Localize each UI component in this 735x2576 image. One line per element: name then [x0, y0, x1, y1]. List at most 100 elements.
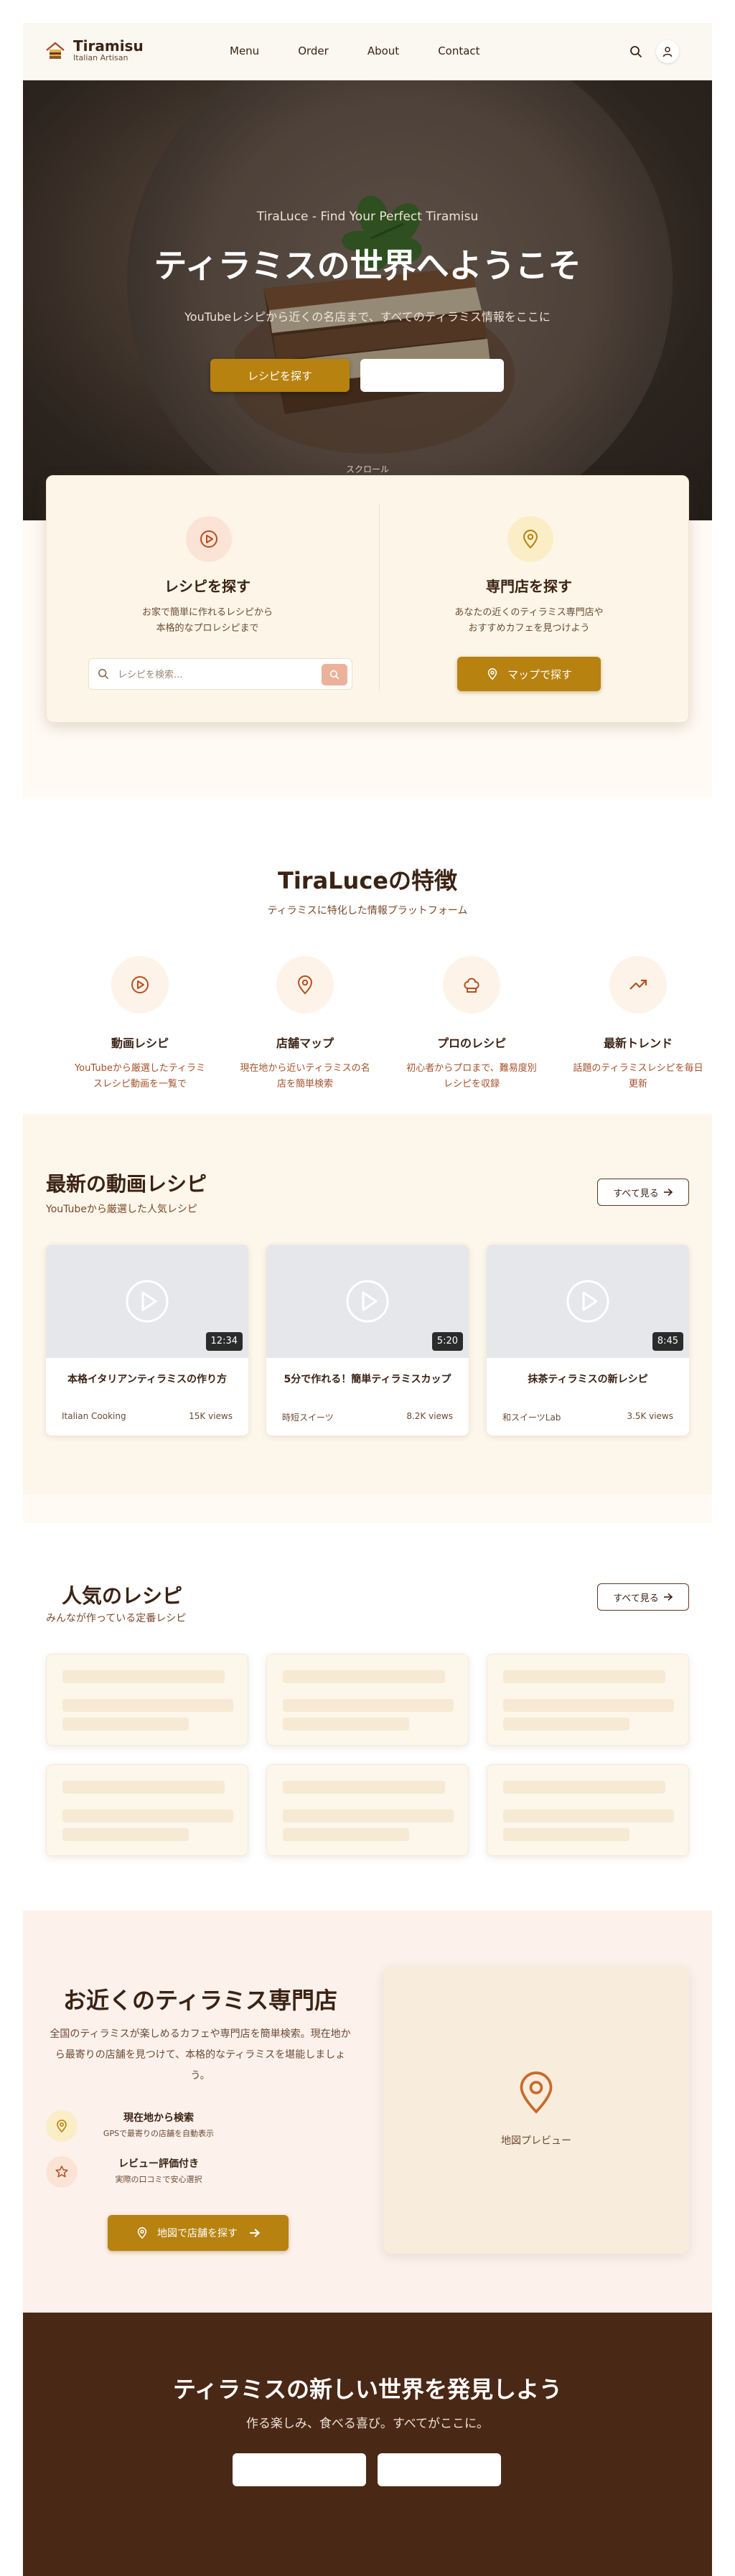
brand-logo[interactable]: Tiramisu Italian Artisan — [45, 39, 144, 63]
placeholder-line — [283, 1670, 445, 1683]
shop-feature-description: GPSで最寄りの店舗を自動表示 — [103, 2129, 215, 2138]
placeholder-line — [62, 1809, 233, 1822]
account-button[interactable] — [656, 40, 679, 63]
cta-primary-button[interactable] — [233, 2453, 366, 2486]
feature-trends: 最新トレンド 話題のティラミスレシピを毎日更新 — [563, 956, 712, 1092]
map-search-button[interactable]: マップで探す — [457, 657, 601, 691]
video-views: 3.5K views — [627, 1411, 673, 1421]
play-icon — [126, 1280, 169, 1323]
placeholder-line — [283, 1781, 445, 1794]
placeholder-line — [62, 1781, 225, 1794]
main-nav: Menu Order About Contact — [230, 45, 519, 57]
shop-panel-title: 専門店を探す — [486, 578, 572, 595]
nav-about[interactable]: About — [368, 45, 399, 57]
hero-tagline: TiraLuce - Find Your Perfect Tiramisu — [256, 210, 479, 224]
map-pin-icon — [487, 668, 497, 680]
brand-name: Tiramisu — [73, 37, 144, 55]
video-duration: 12:34 — [205, 1332, 243, 1351]
recipe-search-submit-button[interactable] — [322, 664, 347, 685]
page-frame: Tiramisu Italian Artisan Menu Order Abou… — [23, 23, 712, 2576]
shop-feature-reviews: レビュー評価付き 実際の口コミで安心選択 — [46, 2155, 261, 2189]
placeholder-line — [283, 1699, 454, 1712]
trending-up-icon — [609, 956, 667, 1013]
video-title[interactable]: 抹茶ティラミスの新レシピ — [500, 1371, 676, 1388]
arrow-right-icon — [663, 1188, 673, 1196]
find-shop-button[interactable] — [360, 359, 504, 392]
nav-contact[interactable]: Contact — [438, 45, 479, 57]
quick-actions-card: レシピを探す お家で簡単に作れるレシピから 本格的なプロレシピまで レシピを検索… — [46, 475, 689, 723]
find-recipe-button[interactable]: レシピを探す — [210, 359, 350, 392]
features-title: TiraLuceの特徴 — [277, 867, 458, 894]
see-all-label: すべて見る — [613, 1593, 659, 1604]
feature-name: 店舗マップ — [276, 1036, 334, 1050]
arrow-right-icon — [250, 2229, 261, 2237]
video-thumbnail[interactable]: 8:45 — [487, 1245, 689, 1358]
hero-section: TiraLuce - Find Your Perfect Tiramisu ティ… — [23, 80, 712, 520]
feature-video-recipes: 動画レシピ YouTubeから厳選したティラミスレシピ動画を一覧で — [65, 956, 215, 1092]
shop-feature-gps: 現在地から検索 GPSで最寄りの店舗を自動表示 — [46, 2109, 261, 2143]
placeholder-line — [62, 1699, 233, 1712]
recipe-card-placeholder — [266, 1654, 469, 1746]
video-card[interactable]: 8:45 抹茶ティラミスの新レシピ 和スイーツLab 3.5K views — [487, 1245, 689, 1435]
recipe-card-placeholder — [266, 1764, 469, 1856]
see-all-label: すべて見る — [613, 1188, 659, 1199]
placeholder-line — [503, 1718, 629, 1730]
search-icon — [630, 46, 642, 57]
placeholder-line — [503, 1670, 665, 1683]
play-circle-icon — [186, 516, 232, 562]
video-card[interactable]: 12:34 本格イタリアンティラミスの作り方 Italian Cooking 1… — [46, 1245, 248, 1435]
recipe-card-placeholder — [487, 1654, 689, 1746]
placeholder-line — [62, 1670, 225, 1683]
recipe-card-placeholder — [46, 1654, 248, 1746]
recipe-search-input[interactable] — [118, 665, 312, 685]
video-duration: 5:20 — [431, 1332, 463, 1351]
popular-title: 人気のレシピ — [62, 1584, 183, 1608]
feature-name: 動画レシピ — [111, 1036, 169, 1050]
videos-subtitle: YouTubeから厳選した人気レシピ — [46, 1204, 197, 1215]
hero-subtitle: YouTubeレシピから近くの名店まで、すべてのティラミス情報をここに — [184, 310, 551, 324]
shop-feature-description: 実際の口コミで安心選択 — [115, 2175, 202, 2184]
feature-description: 話題のティラミスレシピを毎日更新 — [573, 1063, 703, 1090]
placeholder-line — [503, 1809, 674, 1822]
nav-order[interactable]: Order — [298, 45, 329, 57]
features-subtitle: ティラミスに特化した情報プラットフォーム — [267, 905, 468, 917]
feature-description: YouTubeから厳選したティラミスレシピ動画を一覧で — [74, 1063, 206, 1090]
find-shops-on-map-button[interactable]: 地図で店舗を探す — [108, 2215, 289, 2251]
placeholder-line — [503, 1828, 629, 1841]
placeholder-line — [283, 1718, 409, 1730]
placeholder-line — [283, 1809, 454, 1822]
video-thumbnail[interactable]: 12:34 — [46, 1245, 248, 1358]
feature-description: 現在地から近いティラミスの名店を簡単検索 — [240, 1063, 370, 1090]
feature-shop-map: 店舗マップ 現在地から近いティラミスの名店を簡単検索 — [230, 956, 380, 1092]
cta-secondary-button[interactable] — [378, 2453, 501, 2486]
map-preview[interactable]: 地図プレビュー — [383, 1967, 689, 2254]
popular-see-all-button[interactable]: すべて見る — [597, 1583, 689, 1611]
feature-name: プロのレシピ — [436, 1036, 506, 1050]
search-button[interactable] — [624, 40, 647, 63]
video-title[interactable]: 5分で作れる！簡単ティラミスカップ — [279, 1371, 456, 1388]
recipe-panel-title: レシピを探す — [164, 578, 251, 595]
play-icon — [566, 1280, 609, 1323]
nav-menu[interactable]: Menu — [230, 45, 259, 57]
nearby-shops-section: お近くのティラミス専門店 全国のティラミスが楽しめるカフェや専門店を簡単検索。現… — [23, 1911, 712, 2313]
feature-description: 初心者からプロまで、難易度別レシピを収録 — [406, 1063, 537, 1090]
placeholder-line — [62, 1828, 189, 1841]
popular-recipes-section: 人気のレシピ みんなが作っている定番レシピ すべて見る — [23, 1523, 712, 1911]
chef-hat-icon — [443, 956, 500, 1013]
brand-tagline: Italian Artisan — [73, 53, 128, 62]
video-views: 8.2K views — [406, 1411, 453, 1421]
star-icon — [46, 2156, 78, 2188]
video-title[interactable]: 本格イタリアンティラミスの作り方 — [59, 1371, 235, 1388]
video-channel: 時短スイーツ — [282, 1413, 334, 1423]
scroll-label: スクロール — [345, 464, 389, 474]
video-card[interactable]: 5:20 5分で作れる！簡単ティラミスカップ 時短スイーツ 8.2K views — [266, 1245, 469, 1435]
video-channel: Italian Cooking — [62, 1411, 126, 1421]
videos-see-all-button[interactable]: すべて見る — [597, 1179, 689, 1206]
video-thumbnail[interactable]: 5:20 — [266, 1245, 469, 1358]
search-icon — [329, 670, 340, 680]
placeholder-line — [283, 1828, 409, 1841]
shops-title: お近くのティラミス専門店 — [62, 1987, 338, 2014]
video-duration: 8:45 — [652, 1332, 683, 1351]
shop-panel-description: あなたの近くのティラミス専門店や おすすめカフェを見つけよう — [454, 607, 604, 634]
feature-name: 最新トレンド — [603, 1036, 673, 1050]
